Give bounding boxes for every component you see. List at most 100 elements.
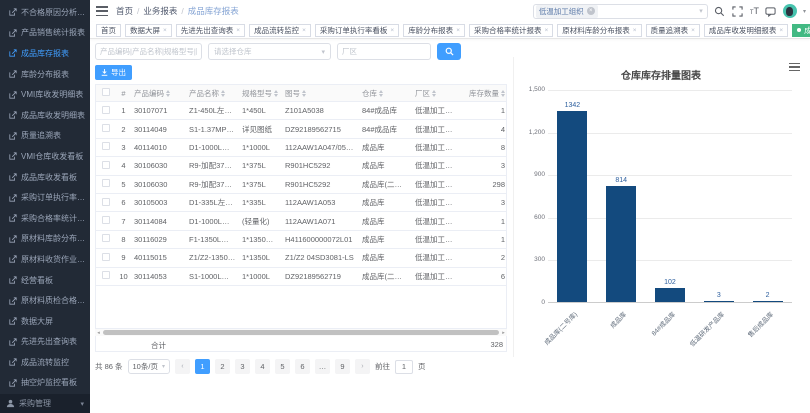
sidebar-item[interactable]: 成品流转监控 (0, 352, 90, 373)
keyword-input[interactable] (95, 43, 202, 60)
close-icon[interactable]: × (236, 27, 240, 34)
sort-icons[interactable] (302, 90, 306, 97)
sidebar-item[interactable]: 不合格原因分析报表 (0, 2, 90, 23)
close-icon[interactable]: × (456, 27, 460, 34)
scroll-right-icon[interactable]: ▸ (500, 330, 507, 336)
sidebar-item[interactable]: 原材料库龄分布报表 (0, 229, 90, 250)
table-row[interactable]: 940115015Z1/Z2-1350零售单瓶1*1350LZ1/Z2 04SD… (96, 249, 506, 267)
sidebar-collapse-icon[interactable] (96, 6, 108, 16)
sort-icons[interactable] (274, 90, 278, 97)
sort-icons[interactable] (379, 90, 383, 97)
table-row[interactable]: 340114010D1-1000L零售瓶1*1000L112AAW1A047/0… (96, 139, 506, 157)
sidebar-item[interactable]: VMI仓库收发看板 (0, 146, 90, 167)
column-header[interactable]: 产品编码 (131, 88, 186, 99)
close-icon[interactable]: × (390, 27, 394, 34)
table-row[interactable]: 130107071Z1-450L左侧置装纯...1*450LZ101A50388… (96, 102, 506, 120)
row-checkbox[interactable] (102, 198, 110, 206)
page-button[interactable]: 9 (335, 359, 350, 374)
next-page-button[interactable]: › (355, 359, 370, 374)
export-button[interactable]: 导出 (95, 65, 132, 80)
row-checkbox[interactable] (102, 179, 110, 187)
search-button[interactable] (437, 43, 461, 60)
row-checkbox[interactable] (102, 142, 110, 150)
row-checkbox[interactable] (102, 161, 110, 169)
tab[interactable]: 质量追溯表 × (646, 24, 700, 37)
sidebar-item[interactable]: 质量追溯表 (0, 126, 90, 147)
prev-page-button[interactable]: ‹ (175, 359, 190, 374)
tab[interactable]: 采购订单执行率看板 × (315, 24, 399, 37)
chevron-down-icon[interactable]: ▾ (803, 8, 806, 15)
table-row[interactable]: 830116029F1-1350L钛合金供气...1*1350（1.4...H4… (96, 231, 506, 249)
close-icon[interactable]: × (691, 27, 695, 34)
sidebar-item[interactable]: 抽空炉监控看板 (0, 373, 90, 394)
table-row[interactable]: 530106030R9-加配375气瓶总成1*375LR901HC5292成品库… (96, 176, 506, 194)
sidebar-item[interactable]: 原材料质检合格率报表 (0, 290, 90, 311)
tab[interactable]: 先进先出查询表 × (176, 24, 245, 37)
sidebar-item[interactable]: VMI库收发明细表 (0, 84, 90, 105)
column-header[interactable]: 图号 (282, 88, 359, 99)
sidebar-item[interactable]: 成品库收发明细表 (0, 105, 90, 126)
warehouse-select[interactable]: 请选择仓库 ▾ (208, 43, 331, 60)
page-ellipsis[interactable]: … (315, 359, 330, 374)
sidebar-item[interactable]: 数据大屏 (0, 311, 90, 332)
sidebar-item[interactable]: 采购合格率统计报表 (0, 208, 90, 229)
tab[interactable]: 成品库收发明细报表 × (704, 24, 788, 37)
horizontal-scrollbar[interactable]: ◂ ▸ (95, 329, 507, 336)
row-checkbox[interactable] (102, 234, 110, 242)
column-header[interactable]: 产品名称 (186, 88, 239, 99)
row-checkbox[interactable] (102, 124, 110, 132)
row-checkbox[interactable] (102, 106, 110, 114)
breadcrumb-section[interactable]: 业务报表 (143, 5, 177, 17)
scrollbar-thumb[interactable] (103, 330, 499, 335)
chart-menu-icon[interactable] (789, 61, 800, 73)
sidebar-item[interactable]: 采购订单执行率看板 (0, 187, 90, 208)
tab[interactable]: 采购合格率统计报表 × (469, 24, 553, 37)
sidebar-item[interactable]: 产品销售统计报表 (0, 23, 90, 44)
page-size-select[interactable]: 10条/页 ▾ (128, 359, 170, 374)
jump-page-input[interactable] (395, 360, 413, 374)
page-button[interactable]: 4 (255, 359, 270, 374)
table-row[interactable]: 630105003D1-335L左侧置气瓶...1*335L112AAW1A05… (96, 194, 506, 212)
column-header[interactable]: 规格型号 (239, 88, 282, 99)
message-icon[interactable] (765, 5, 777, 17)
row-checkbox[interactable] (102, 216, 110, 224)
tag-close-icon[interactable]: × (587, 7, 595, 15)
close-icon[interactable]: × (633, 27, 637, 34)
user-avatar[interactable] (783, 4, 797, 18)
font-size-icon[interactable]: TT (750, 7, 759, 16)
organization-select[interactable]: 低温加工组织 × ▾ (533, 4, 708, 19)
close-icon[interactable]: × (544, 27, 548, 34)
row-checkbox[interactable] (102, 253, 110, 261)
search-icon[interactable] (714, 5, 726, 17)
sidebar-item[interactable]: 原材料收货作业看板 (0, 249, 90, 270)
tab[interactable]: 成品流转监控 × (249, 24, 311, 37)
scroll-left-icon[interactable]: ◂ (95, 330, 102, 336)
close-icon[interactable]: × (302, 27, 306, 34)
tab[interactable]: 首页 × (96, 24, 121, 37)
sidebar-item[interactable]: 经营看板 (0, 270, 90, 291)
sidebar-footer-group[interactable]: 采购管理 ▾ (0, 394, 90, 413)
page-button[interactable]: 5 (275, 359, 290, 374)
fullscreen-icon[interactable] (732, 5, 744, 17)
table-row[interactable]: 1030114053S1-1000L主副罐(氦压...1*1000LDZ9218… (96, 268, 506, 286)
sort-icons[interactable] (221, 90, 225, 97)
sort-icons[interactable] (501, 90, 505, 97)
select-all-checkbox[interactable] (102, 88, 110, 96)
sidebar-item[interactable]: 成品库存报表 (0, 43, 90, 64)
factory-input[interactable] (337, 43, 431, 60)
table-row[interactable]: 230114049S1-1.37MPa 1000L...详见图纸DZ921895… (96, 120, 506, 138)
tab[interactable]: 库龄分布报表 × (403, 24, 465, 37)
sidebar-item[interactable]: 先进先出查询表 (0, 332, 90, 353)
column-header[interactable]: 仓库 (359, 88, 412, 99)
row-checkbox[interactable] (102, 271, 110, 279)
page-button[interactable]: 6 (295, 359, 310, 374)
breadcrumb-home[interactable]: 首页 (116, 5, 133, 17)
sort-icons[interactable] (432, 90, 436, 97)
table-row[interactable]: 430106030R9-加配375气瓶总成1*375LR901HC5292成品库… (96, 157, 506, 175)
table-row[interactable]: 730114084D1-1000L主副罐气瓶...(轻量化)112AAW1A07… (96, 212, 506, 230)
column-header[interactable]: 厂区 (412, 88, 459, 99)
page-button[interactable]: 3 (235, 359, 250, 374)
page-button[interactable]: 1 (195, 359, 210, 374)
close-icon[interactable]: × (779, 27, 783, 34)
sidebar-item[interactable]: 成品库收发看板 (0, 167, 90, 188)
